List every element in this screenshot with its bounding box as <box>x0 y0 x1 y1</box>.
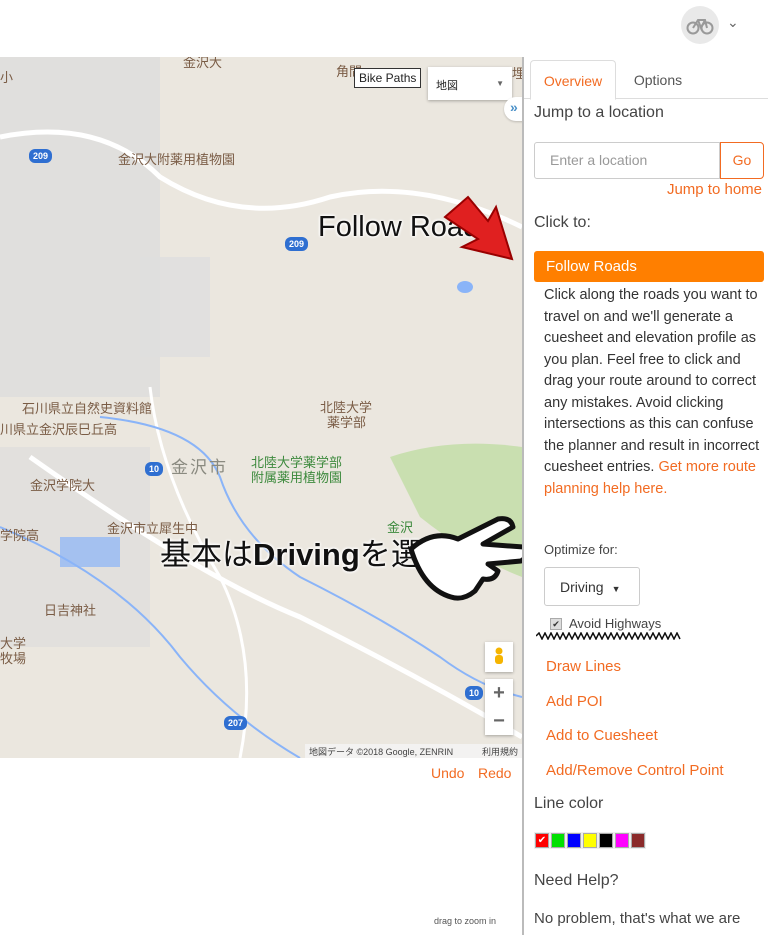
annotation-text: 基本は <box>160 537 253 572</box>
follow-roads-description: Click along the roads you want to travel… <box>544 285 768 500</box>
user-avatar[interactable] <box>681 6 719 44</box>
zigzag-underline <box>536 632 681 640</box>
redo-button[interactable]: Redo <box>478 765 511 781</box>
optimize-value: Driving <box>560 579 604 595</box>
add-remove-control-point-link[interactable]: Add/Remove Control Point <box>546 762 724 779</box>
route-shield: 209 <box>29 149 53 163</box>
go-button[interactable]: Go <box>720 142 764 179</box>
map-label: 附属薬用植物園 <box>251 470 343 485</box>
color-swatch[interactable] <box>631 833 645 848</box>
tab-overview[interactable]: Overview <box>530 60 616 100</box>
route-shield: 209 <box>285 237 309 251</box>
top-bar: ⌄ <box>0 0 768 57</box>
map-label: 薬学部 <box>327 415 367 430</box>
draw-lines-link[interactable]: Draw Lines <box>546 658 621 675</box>
map-label-city: 金沢市 <box>171 458 228 477</box>
color-swatch[interactable] <box>583 833 597 848</box>
color-swatch[interactable] <box>551 833 565 848</box>
bike-paths-toggle[interactable]: Bike Paths <box>354 68 422 88</box>
map-label: 金沢大 <box>183 57 223 70</box>
map-label: 石川県立自然史資料館 <box>22 401 153 416</box>
red-arrow-icon <box>443 195 514 261</box>
tab-options[interactable]: Options <box>616 60 700 99</box>
follow-roads-button[interactable]: Follow Roads <box>534 251 764 282</box>
chevron-down-icon[interactable]: ⌄ <box>727 14 739 31</box>
route-shield: 10 <box>465 686 484 700</box>
map-label: 金沢学院大 <box>30 478 96 493</box>
add-to-cuesheet-link[interactable]: Add to Cuesheet <box>546 727 658 744</box>
checkbox-checked-icon[interactable]: ✔ <box>550 617 562 630</box>
map-attribution: 地図データ ©2018 Google, ZENRIN 利用規約 <box>305 744 522 758</box>
jump-title: Jump to a location <box>534 104 664 121</box>
map-label: 牧場 <box>0 651 27 666</box>
add-poi-link[interactable]: Add POI <box>546 693 603 710</box>
bicycle-icon <box>686 19 714 35</box>
optimize-label: Optimize for: <box>544 542 618 557</box>
map-label: 金沢大附薬用植物園 <box>118 152 236 167</box>
map-label: 小 <box>0 70 14 85</box>
need-help-title: Need Help? <box>534 872 619 889</box>
pointing-hand-icon <box>408 516 522 601</box>
collapse-panel-button[interactable]: » <box>504 97 522 121</box>
jump-to-home-link[interactable]: Jump to home <box>667 181 762 198</box>
color-swatch[interactable]: ✔ <box>535 833 549 848</box>
route-shield: 10 <box>145 462 164 476</box>
color-swatch[interactable] <box>615 833 629 848</box>
color-swatch[interactable] <box>567 833 581 848</box>
terms-link[interactable]: 利用規約 <box>482 745 518 757</box>
optimize-select[interactable]: Driving ▼ <box>544 567 640 606</box>
line-color-picker: ✔ <box>534 832 646 849</box>
map-label: 学院高 <box>0 528 40 543</box>
map-label: 川県立金沢辰巳丘高 <box>0 422 118 437</box>
zoom-in-button[interactable]: + <box>485 679 513 707</box>
attribution-text: 地図データ ©2018 Google, ZENRIN <box>309 747 454 757</box>
panel-tabs: Overview Options <box>524 60 768 100</box>
map-canvas[interactable]: 金沢大 小 角間 金沢大附薬用植物園 石川県立自然史資料館 川県立金沢辰巳丘高 … <box>0 57 522 758</box>
map-label: 埋 <box>512 66 522 81</box>
route-shield: 207 <box>224 716 248 730</box>
description-text: Click along the roads you want to travel… <box>544 287 760 475</box>
click-to-label: Click to: <box>534 214 591 231</box>
street-view-pegman-icon[interactable] <box>485 642 513 672</box>
avoid-highways-checkbox[interactable]: ✔ Avoid Highways <box>550 616 661 631</box>
map-type-select[interactable]: 地図 ▼ <box>428 67 512 100</box>
undo-button[interactable]: Undo <box>431 765 464 781</box>
map-label: 日吉神社 <box>44 603 97 618</box>
drag-zoom-hint: drag to zoom in <box>434 916 497 926</box>
annotation-bold: Driving <box>253 537 360 572</box>
caret-down-icon: ▼ <box>496 79 504 88</box>
caret-down-icon: ▼ <box>611 584 621 594</box>
avoid-highways-label: Avoid Highways <box>569 616 662 631</box>
line-color-title: Line color <box>534 795 604 812</box>
zoom-out-button[interactable]: − <box>485 707 513 735</box>
location-input[interactable]: Enter a location <box>534 142 720 179</box>
side-panel: Overview Options Jump to a location Ente… <box>522 57 768 935</box>
color-swatch[interactable] <box>599 833 613 848</box>
zoom-control: + − <box>485 679 513 735</box>
map-type-value: 地図 <box>436 80 458 92</box>
help-text: No problem, that's what we are <box>534 910 741 927</box>
